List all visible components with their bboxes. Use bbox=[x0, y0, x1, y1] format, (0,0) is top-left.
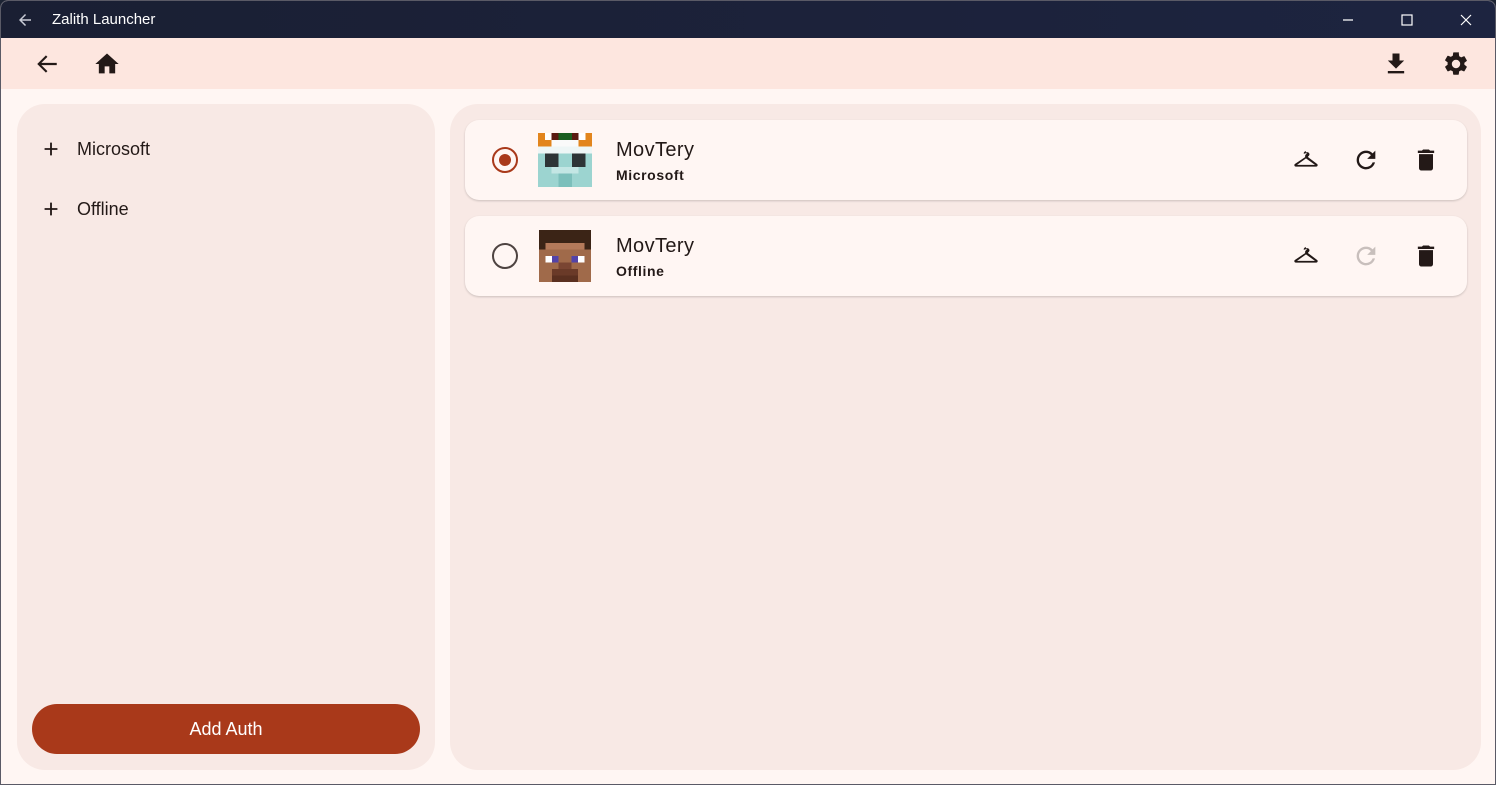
auth-item-label: Microsoft bbox=[77, 138, 151, 159]
delete-button[interactable] bbox=[1412, 242, 1440, 270]
minimize-icon bbox=[1342, 18, 1353, 21]
account-name: MovTery bbox=[616, 235, 695, 257]
download-icon bbox=[1387, 53, 1405, 74]
refresh-icon bbox=[1356, 246, 1376, 266]
hanger-icon bbox=[1294, 151, 1318, 167]
delete-button[interactable] bbox=[1412, 146, 1440, 174]
account-card[interactable]: MovTery Microsoft bbox=[465, 120, 1467, 200]
settings-button[interactable] bbox=[1442, 50, 1470, 78]
titlebar-back-button[interactable] bbox=[1, 1, 49, 38]
back-button[interactable] bbox=[33, 50, 61, 78]
trash-icon bbox=[1417, 245, 1435, 267]
close-icon bbox=[1460, 14, 1471, 25]
auth-type-panel: Microsoft Offline Add Auth bbox=[17, 104, 435, 770]
radio-dot bbox=[499, 154, 511, 166]
back-arrow-icon bbox=[19, 13, 31, 26]
skin-avatar-offline bbox=[539, 230, 591, 282]
refresh-icon bbox=[1356, 150, 1376, 170]
title-bar: Zalith Launcher bbox=[1, 1, 1495, 38]
change-skin-button[interactable] bbox=[1292, 242, 1320, 270]
account-type: Microsoft bbox=[616, 167, 685, 183]
app-bar bbox=[1, 38, 1495, 89]
account-select-radio[interactable] bbox=[492, 243, 518, 269]
add-microsoft-item[interactable]: Microsoft bbox=[39, 134, 150, 164]
maximize-button[interactable] bbox=[1377, 1, 1436, 38]
account-card[interactable]: MovTery Offline bbox=[465, 216, 1467, 296]
minimize-button[interactable] bbox=[1318, 1, 1377, 38]
home-icon bbox=[95, 53, 119, 74]
add-auth-button[interactable]: Add Auth bbox=[32, 704, 420, 754]
auth-item-label: Offline bbox=[77, 198, 129, 219]
account-type: Offline bbox=[616, 263, 665, 279]
window-title: Zalith Launcher bbox=[52, 11, 156, 28]
back-arrow-icon bbox=[37, 55, 57, 73]
change-skin-button[interactable] bbox=[1292, 146, 1320, 174]
plus-icon bbox=[39, 197, 63, 221]
trash-icon bbox=[1417, 149, 1435, 171]
plus-icon bbox=[39, 137, 63, 161]
accounts-panel: MovTery Microsoft MovTery Offline bbox=[450, 104, 1481, 770]
maximize-icon bbox=[1400, 13, 1413, 26]
home-button[interactable] bbox=[93, 50, 121, 78]
refresh-button[interactable] bbox=[1352, 146, 1380, 174]
app-window: Zalith Launcher Microsoft Offline Add Au… bbox=[0, 0, 1496, 785]
close-button[interactable] bbox=[1436, 1, 1495, 38]
add-offline-item[interactable]: Offline bbox=[39, 194, 129, 224]
settings-icon bbox=[1445, 52, 1467, 75]
hanger-icon bbox=[1294, 247, 1318, 263]
refresh-button-disabled bbox=[1352, 242, 1380, 270]
window-controls bbox=[1318, 1, 1495, 38]
download-button[interactable] bbox=[1382, 50, 1410, 78]
account-select-radio[interactable] bbox=[492, 147, 518, 173]
account-name: MovTery bbox=[616, 139, 695, 161]
skin-avatar-microsoft bbox=[538, 133, 592, 187]
